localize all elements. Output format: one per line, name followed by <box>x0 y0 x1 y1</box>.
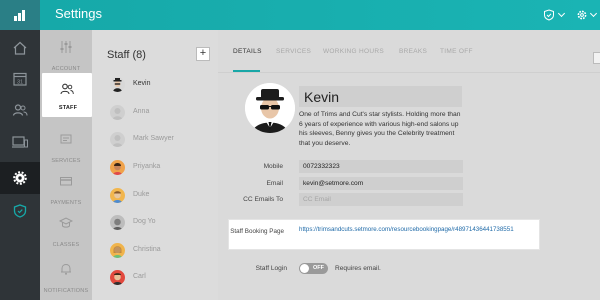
chevron-down-icon[interactable] <box>557 9 566 18</box>
avatar <box>110 132 125 147</box>
nav-calendar[interactable]: 31 <box>0 63 40 95</box>
staff-list-item[interactable]: Carl <box>92 266 218 290</box>
nav-security[interactable] <box>0 195 40 227</box>
chevron-down-icon[interactable] <box>589 9 598 18</box>
svg-text:31: 31 <box>17 79 23 85</box>
shield-icon <box>13 204 27 218</box>
cc-email-field[interactable]: CC Email <box>299 193 463 206</box>
staff-list-item[interactable]: Mark Sawyer <box>92 128 218 152</box>
payments-icon <box>60 177 72 186</box>
gear-icon <box>13 171 27 185</box>
tab-time-off[interactable]: TIME OFF <box>440 48 473 55</box>
staff-login-toggle[interactable]: OFF <box>299 263 328 274</box>
tab-details[interactable]: DETAILS <box>233 48 262 55</box>
classes-icon <box>59 217 73 228</box>
top-bar: Settings <box>0 0 600 30</box>
email-field[interactable]: kevin@setmore.com <box>299 177 463 190</box>
avatar <box>110 270 125 285</box>
staff-name: Dog Yo <box>133 218 156 225</box>
shield-check-icon[interactable] <box>543 9 555 21</box>
tab-working-hours[interactable]: WORKING HOURS <box>323 48 384 55</box>
add-staff-button[interactable]: + <box>196 47 210 61</box>
staff-name-field[interactable]: Kevin <box>299 86 462 107</box>
booking-page-link[interactable]: https://trimsandcuts.setmore.com/resourc… <box>299 226 514 233</box>
logo-icon[interactable] <box>0 0 40 30</box>
staff-list-item[interactable]: Priyanka <box>92 156 218 180</box>
staff-list-item[interactable]: Christina <box>92 239 218 263</box>
tab-services[interactable]: SERVICES <box>276 48 311 55</box>
avatar <box>110 160 125 175</box>
mobile-label: Mobile <box>263 163 283 170</box>
staff-bio[interactable]: One of Trims and Cut's star stylists. Ho… <box>299 110 465 148</box>
avatar <box>110 215 125 230</box>
subnav-account[interactable]: ACCOUNT <box>40 30 92 78</box>
subnav-label: ACCOUNT <box>51 66 81 72</box>
nav-devices[interactable] <box>0 126 40 158</box>
staff-name: Kevin <box>133 80 151 87</box>
staff-list-item[interactable]: Anna <box>92 101 218 125</box>
tab-breaks[interactable]: BREAKS <box>399 48 427 55</box>
staff-login-label: Staff Login <box>255 265 287 272</box>
subnav-label: STAFF <box>58 105 78 111</box>
customers-icon <box>12 104 28 116</box>
staff-avatar[interactable] <box>245 83 295 133</box>
nav-home[interactable] <box>0 32 40 64</box>
staff-list-item[interactable]: Duke <box>92 184 218 208</box>
nav-settings[interactable] <box>0 162 40 194</box>
tabs-divider <box>218 72 600 73</box>
avatar <box>110 243 125 258</box>
staff-name: Mark Sawyer <box>133 135 174 142</box>
staff-login-note: Requires email. <box>335 265 381 272</box>
email-label: Email <box>266 180 284 187</box>
nav-customers[interactable] <box>0 94 40 126</box>
avatar <box>110 188 125 203</box>
staff-list-title: Staff (8) <box>107 49 146 61</box>
toggle-knob <box>300 264 309 273</box>
subnav-staff[interactable]: STAFF <box>42 73 92 117</box>
subnav-classes[interactable]: CLASSES <box>40 206 92 254</box>
avatar <box>110 77 125 92</box>
main-nav-rail: 31 <box>0 30 40 300</box>
settings-subnav: ACCOUNT STAFF SERVICES PAYMENTS CLASSES … <box>40 30 92 300</box>
staff-name: Duke <box>133 191 150 198</box>
staff-list-item[interactable]: Kevin <box>92 73 218 97</box>
services-icon <box>60 134 72 144</box>
booking-page-label: Staff Booking Page <box>230 228 284 235</box>
mobile-field[interactable]: 0072332323 <box>299 160 463 173</box>
staff-name: Priyanka <box>133 163 161 170</box>
calendar-icon: 31 <box>13 72 27 86</box>
bell-icon <box>61 263 71 275</box>
overflow-button[interactable] <box>593 52 600 64</box>
avatar <box>110 105 125 120</box>
page-title: Settings <box>55 6 102 21</box>
staff-name-value: Kevin <box>304 89 340 105</box>
home-icon <box>13 41 27 55</box>
subnav-payments[interactable]: PAYMENTS <box>40 164 92 212</box>
toggle-state: OFF <box>313 265 324 271</box>
staff-icon <box>60 83 74 95</box>
staff-name: Carl <box>133 273 146 280</box>
devices-icon <box>12 136 28 148</box>
subnav-services[interactable]: SERVICES <box>40 122 92 170</box>
staff-list-item[interactable]: Dog Yo <box>92 211 218 235</box>
subnav-notifications[interactable]: NOTIFICATIONS <box>40 252 92 300</box>
staff-name: Anna <box>133 108 150 115</box>
gear-icon[interactable] <box>576 9 588 21</box>
staff-name: Christina <box>133 246 161 253</box>
sliders-icon <box>60 41 72 53</box>
subnav-label: NOTIFICATIONS <box>43 288 89 294</box>
cc-email-label: CC Emails To <box>243 196 283 203</box>
subnav-label: CLASSES <box>52 242 80 248</box>
active-tab-indicator <box>233 70 260 72</box>
